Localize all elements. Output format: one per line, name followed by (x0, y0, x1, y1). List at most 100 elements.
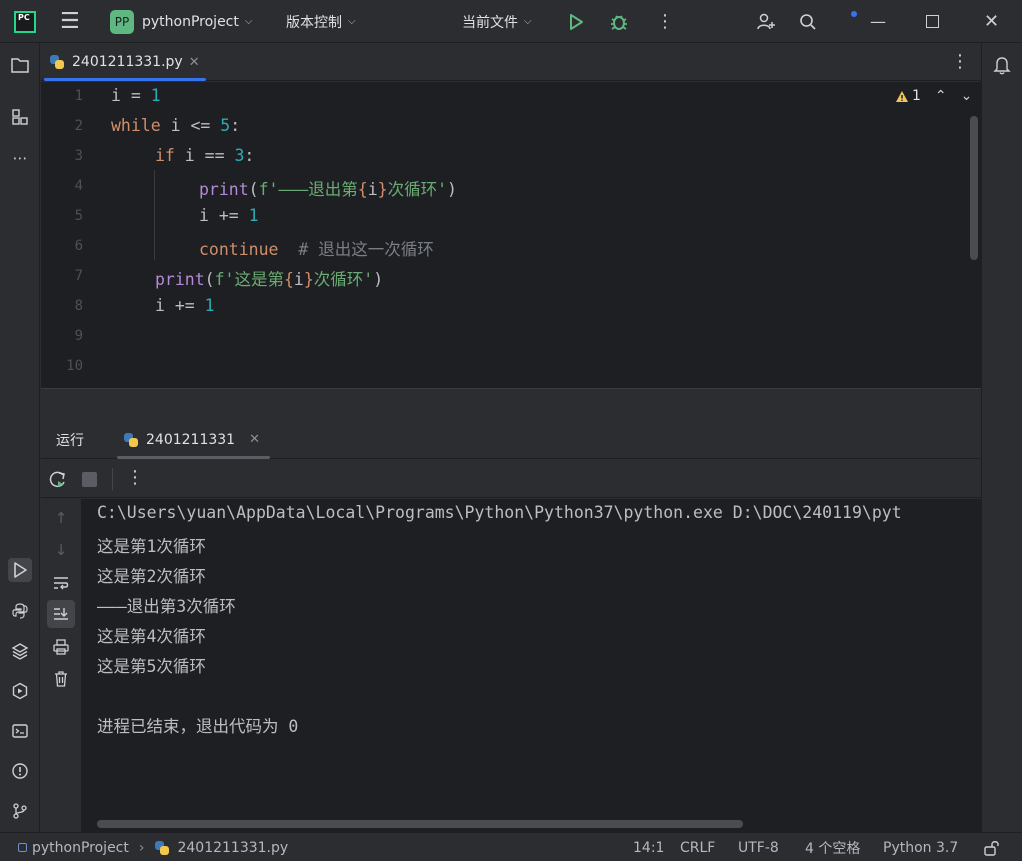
code-line-6: continue # 退出这一次循环 (199, 240, 434, 259)
maximize-button[interactable] (926, 0, 939, 43)
editor-tab-active[interactable]: 2401211331.py ✕ (41, 43, 206, 81)
console-line: 这是第1次循环 (97, 537, 206, 556)
next-highlight-icon[interactable]: ⌄ (961, 88, 973, 104)
status-bar: pythonProject › 2401211331.py 14:1 CRLF … (0, 832, 1022, 861)
code-editor[interactable]: 1 2 3 4 5 6 7 8 9 10 i = 1 while i <= 5:… (41, 82, 981, 389)
code-line-5: i += 1 (199, 206, 259, 225)
more-actions-icon[interactable]: ⋮ (656, 0, 674, 43)
vcs-menu[interactable]: 版本控制 ⌵ (286, 0, 356, 43)
add-user-icon (757, 13, 775, 29)
line-number: 1 (74, 88, 83, 104)
indent-settings[interactable]: 4 个空格 (805, 833, 860, 861)
close-tab-icon[interactable]: ✕ (189, 55, 200, 70)
line-number: 8 (74, 298, 83, 314)
console-line: C:\Users\yuan\AppData\Local\Programs\Pyt… (97, 503, 902, 522)
git-icon[interactable] (8, 799, 32, 823)
vcs-label: 版本控制 (286, 14, 342, 31)
run-button[interactable] (566, 0, 586, 43)
run-more-options-icon[interactable]: ⋮ (126, 467, 144, 488)
close-tab-icon[interactable]: ✕ (249, 432, 260, 447)
minimize-button[interactable]: — (870, 0, 886, 43)
run-tool-icon[interactable] (8, 558, 32, 582)
run-tab-indicator (117, 456, 270, 459)
main-menu-icon[interactable]: ☰ (60, 0, 80, 43)
run-config-label: 当前文件 (462, 14, 518, 31)
module-icon (18, 843, 27, 852)
editor-tab-bar: 2401211331.py ✕ ⋮ (41, 43, 981, 81)
terminal-icon[interactable] (8, 719, 32, 743)
console-line: 进程已结束，退出代码为 0 (97, 717, 299, 736)
chevron-down-icon: ⌵ (348, 16, 356, 27)
more-tools-icon[interactable]: ⋯ (8, 146, 32, 170)
python-console-icon[interactable] (8, 599, 32, 623)
breadcrumb-file[interactable]: 2401211331.py (177, 840, 288, 856)
code-line-8: i += 1 (155, 296, 215, 315)
project-switcher[interactable]: PP pythonProject ⌵ (110, 0, 252, 43)
run-panel-title: 运行 (56, 433, 84, 449)
run-toolbar: ⋮ (41, 460, 981, 498)
structure-icon[interactable] (8, 105, 32, 129)
editor-vertical-scrollbar[interactable] (970, 116, 978, 260)
code-line-3: if i == 3: (155, 146, 255, 165)
line-number: 5 (74, 208, 83, 224)
run-panel-header: 运行 2401211331 ✕ (41, 420, 981, 459)
title-bar: PC ☰ PP pythonProject ⌵ 版本控制 ⌵ 当前文件 ⌵ ⋮ … (0, 0, 1022, 43)
up-arrow-icon[interactable]: ↑ (47, 504, 75, 532)
down-arrow-icon[interactable]: ↓ (47, 536, 75, 564)
app-logo[interactable]: PC (14, 0, 36, 43)
warning-icon (896, 90, 908, 102)
layers-icon[interactable] (8, 639, 32, 663)
project-name: pythonProject (142, 13, 239, 30)
problems-icon[interactable] (8, 759, 32, 783)
console-line: 这是第5次循环 (97, 657, 206, 676)
close-window-button[interactable]: ✕ (984, 0, 999, 43)
unlock-icon[interactable] (982, 833, 1000, 861)
debug-button[interactable] (608, 0, 630, 43)
stop-button[interactable] (82, 472, 97, 487)
run-tab[interactable]: 2401211331 ✕ (117, 420, 270, 459)
warning-count: 1 (912, 88, 921, 104)
indent-guide (154, 170, 155, 260)
run-config-selector[interactable]: 当前文件 ⌵ (462, 0, 532, 43)
line-number: 2 (74, 118, 83, 134)
app-logo-text: PC (18, 12, 30, 22)
python-interpreter[interactable]: Python 3.7 (883, 833, 958, 861)
previous-highlight-icon[interactable]: ⌃ (935, 88, 947, 104)
soft-wrap-icon[interactable] (47, 569, 75, 597)
notifications-bell-icon[interactable] (993, 55, 1011, 79)
services-icon[interactable] (8, 679, 32, 703)
console-line: 这是第4次循环 (97, 627, 206, 646)
line-number: 9 (74, 328, 83, 344)
run-tab-label: 2401211331 (146, 431, 236, 448)
scroll-to-end-icon[interactable] (47, 600, 75, 628)
breadcrumb: pythonProject › 2401211331.py (18, 833, 288, 861)
breadcrumb-project[interactable]: pythonProject (32, 840, 129, 856)
console-horizontal-scrollbar[interactable] (97, 820, 743, 828)
right-tool-strip (981, 43, 1022, 832)
trash-icon[interactable] (47, 665, 75, 693)
line-separator[interactable]: CRLF (680, 833, 715, 861)
code-line-2: while i <= 5: (111, 116, 241, 135)
search-button[interactable] (799, 0, 817, 43)
file-encoding[interactable]: UTF-8 (738, 833, 779, 861)
run-console-output[interactable]: C:\Users\yuan\AppData\Local\Programs\Pyt… (81, 499, 981, 832)
project-folder-icon[interactable] (8, 53, 32, 77)
console-side-toolbar: ↑ ↓ (41, 499, 81, 832)
project-badge: PP (110, 9, 134, 34)
editor-panel-divider[interactable] (41, 390, 981, 420)
code-line-1: i = 1 (111, 86, 161, 105)
add-user-button[interactable] (756, 0, 776, 43)
bug-icon (611, 14, 627, 30)
chevron-right-icon: › (138, 839, 145, 856)
rerun-icon (49, 471, 65, 488)
console-line: 这是第2次循环 (97, 567, 206, 586)
chevron-down-icon: ⌵ (524, 16, 532, 27)
inspection-widget[interactable]: 1 ⌃ ⌄ (895, 88, 972, 104)
caret-position[interactable]: 14:1 (633, 833, 664, 861)
editor-tab-label: 2401211331.py (72, 54, 183, 70)
code-line-4: print(f'———退出第{i}次循环') (199, 180, 457, 199)
rerun-button[interactable] (48, 470, 68, 494)
search-icon (800, 13, 816, 30)
tab-options-icon[interactable]: ⋮ (951, 51, 969, 72)
print-icon[interactable] (47, 633, 75, 661)
